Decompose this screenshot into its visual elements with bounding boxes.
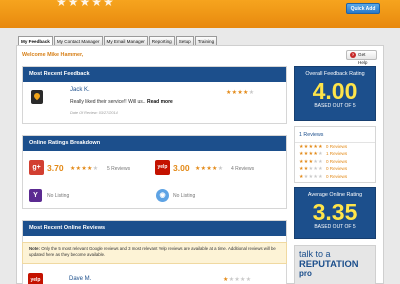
section-title: Most Recent Online Reviews [23, 221, 286, 236]
reviews-breakdown-card: 1 Reviews ★★★★★ 0 Reviews ★★★★★ 1 Reviews … [294, 126, 376, 183]
overall-rating-label: Overall Feedback Rating [305, 71, 365, 77]
online-reviews-note: Note: Only the 5 most relevant Google re… [22, 242, 287, 264]
review-snippet: Really liked their service!! Will us.. R… [70, 99, 173, 105]
online-ratings-section: Online Ratings Breakdown g+ 3.70 ★★★★★ 5… [22, 135, 287, 209]
rating-stars-decoration: ★★★★★ [56, 0, 115, 9]
average-rating-value: 3.35 [312, 199, 358, 225]
yahoo-listing-status: No Listing [47, 193, 70, 199]
breakdown-row-4[interactable]: ★★★★★ 1 Reviews [295, 150, 375, 157]
google-plus-icon: g+ [29, 160, 44, 175]
reviewer-name[interactable]: Jack K. [70, 87, 90, 93]
talk-to-reputation-pro-banner[interactable]: talk to a REPUTATION pro [294, 245, 376, 284]
quick-add-button[interactable]: Quick Add [346, 3, 380, 14]
breakdown-row-2[interactable]: ★★★★★ 0 Reviews [295, 165, 375, 172]
get-help-button[interactable]: ? Get Help [346, 50, 377, 65]
yelp-icon: yelp [28, 273, 43, 284]
review-rating-stars: ★★★★★ [226, 90, 255, 96]
google-rating: 3.70 [47, 163, 64, 173]
talk-line-2: REPUTATION [299, 258, 359, 269]
yahoo-icon: Y [29, 189, 42, 202]
globe-icon: ◉ [156, 189, 169, 202]
breakdown-row-5[interactable]: ★★★★★ 0 Reviews [295, 143, 375, 150]
overall-rating-basis: BASED OUT OF 5 [314, 103, 356, 109]
section-title: Most Recent Feedback [23, 67, 286, 82]
overall-rating-value: 4.00 [312, 78, 358, 104]
yelp-review-count[interactable]: 4 Reviews [231, 166, 254, 172]
review-date: Date Of Review: 03/27/2014 [70, 111, 118, 115]
other-listing-status: No Listing [173, 193, 196, 199]
google-review-count[interactable]: 5 Reviews [107, 166, 130, 172]
most-recent-feedback-section: Most Recent Feedback Jack K. Really like… [22, 66, 287, 124]
breakdown-row-1[interactable]: ★★★★★ 0 Reviews [295, 173, 375, 180]
location-pin-icon [31, 90, 43, 104]
read-more-link[interactable]: Read more [147, 99, 173, 105]
online-review-rating-stars: ★★★★★ [223, 277, 252, 283]
average-rating-basis: BASED OUT OF 5 [314, 224, 356, 230]
google-rating-stars: ★★★★★ [70, 166, 99, 172]
top-banner: ★★★★★ Quick Add [0, 0, 400, 28]
help-icon: ? [350, 52, 356, 58]
section-title: Online Ratings Breakdown [23, 136, 286, 151]
welcome-message: Welcome Mike Hammer, [22, 52, 84, 58]
yelp-rating: 3.00 [173, 163, 190, 173]
overall-feedback-rating-card: Overall Feedback Rating 4.00 BASED OUT O… [294, 66, 376, 121]
total-reviews: 1 Reviews [295, 127, 375, 143]
breakdown-row-3[interactable]: ★★★★★ 0 Reviews [295, 158, 375, 165]
main-panel: Welcome Mike Hammer, ? Get Help Most Rec… [16, 45, 384, 284]
talk-line-3: pro [299, 269, 312, 278]
online-reviewer-name[interactable]: Dave M. [69, 276, 91, 282]
average-rating-label: Average Online Rating [307, 192, 363, 198]
average-online-rating-card: Average Online Rating 3.35 BASED OUT OF … [294, 187, 376, 239]
yelp-icon: yelp [155, 160, 170, 175]
get-help-label: Get Help [358, 52, 368, 65]
yelp-rating-stars: ★★★★★ [195, 166, 224, 172]
